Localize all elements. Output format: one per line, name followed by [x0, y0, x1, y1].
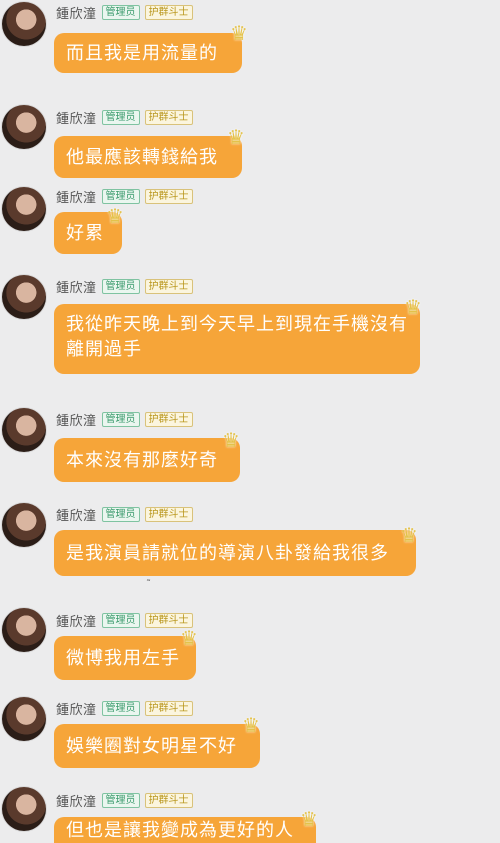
message-meta: 鍾欣潼 管理员 护群斗士 — [56, 108, 193, 127]
admin-badge: 管理员 — [101, 109, 140, 125]
user-avatar[interactable] — [2, 787, 46, 831]
message-bubble[interactable]: 微博我用左手 — [54, 636, 196, 680]
admin-badge: 管理员 — [101, 188, 140, 204]
sender-name[interactable]: 鍾欣潼 — [56, 410, 97, 429]
message-meta: 鍾欣潼 管理员 护群斗士 — [56, 277, 193, 296]
message-meta: 鍾欣潼 管理员 护群斗士 — [56, 611, 193, 630]
sender-name[interactable]: 鍾欣潼 — [56, 3, 97, 22]
message-meta: 鍾欣潼 管理员 护群斗士 — [56, 699, 193, 718]
guard-badge: 护群斗士 — [144, 792, 193, 808]
guard-badge: 护群斗士 — [144, 109, 193, 125]
user-avatar[interactable] — [2, 608, 46, 652]
message-meta: 鍾欣潼 管理员 护群斗士 — [56, 791, 193, 810]
guard-badge: 护群斗士 — [144, 506, 193, 522]
admin-badge: 管理员 — [101, 506, 140, 522]
user-avatar[interactable] — [2, 187, 46, 231]
guard-badge: 护群斗士 — [144, 411, 193, 427]
crown-icon: ♛ — [180, 626, 198, 650]
crown-icon: ♛ — [242, 713, 260, 737]
sender-name[interactable]: 鍾欣潼 — [56, 791, 97, 810]
message-bubble[interactable]: 他最應該轉錢給我 — [54, 136, 242, 178]
admin-badge: 管理员 — [101, 4, 140, 20]
guard-badge: 护群斗士 — [144, 4, 193, 20]
message-text: 娛樂圈對女明星不好 — [66, 735, 237, 757]
admin-badge: 管理员 — [101, 700, 140, 716]
sender-name[interactable]: 鍾欣潼 — [56, 277, 97, 296]
message-meta: 鍾欣潼 管理员 护群斗士 — [56, 187, 193, 206]
stray-mark: ˜ — [146, 579, 151, 590]
message-text: 他最應該轉錢給我 — [66, 146, 218, 168]
guard-badge: 护群斗士 — [144, 278, 193, 294]
crown-icon: ♛ — [400, 523, 418, 547]
message-meta: 鍾欣潼 管理员 护群斗士 — [56, 3, 193, 22]
message-text: 是我演員請就位的導演八卦發給我很多 — [66, 542, 389, 564]
crown-icon: ♛ — [230, 21, 248, 45]
crown-icon: ♛ — [300, 807, 318, 831]
message-bubble[interactable]: 而且我是用流量的 — [54, 33, 242, 73]
crown-icon: ♛ — [222, 428, 240, 452]
message-text: 微博我用左手 — [66, 647, 180, 669]
message-bubble[interactable]: 但也是讓我變成為更好的人 — [54, 817, 316, 843]
admin-badge: 管理员 — [101, 278, 140, 294]
user-avatar[interactable] — [2, 275, 46, 319]
admin-badge: 管理员 — [101, 411, 140, 427]
guard-badge: 护群斗士 — [144, 188, 193, 204]
message-text: 我從昨天晚上到今天早上到現在手機沒有離開過手 — [66, 314, 408, 360]
sender-name[interactable]: 鍾欣潼 — [56, 699, 97, 718]
user-avatar[interactable] — [2, 408, 46, 452]
user-avatar[interactable] — [2, 503, 46, 547]
message-meta: 鍾欣潼 管理员 护群斗士 — [56, 505, 193, 524]
admin-badge: 管理员 — [101, 792, 140, 808]
message-bubble[interactable]: 本來沒有那麼好奇 — [54, 438, 240, 482]
message-text: 本來沒有那麼好奇 — [66, 449, 218, 471]
message-bubble[interactable]: 我從昨天晚上到今天早上到現在手機沒有離開過手 — [54, 304, 420, 374]
message-text: 而且我是用流量的 — [66, 42, 218, 64]
message-text: 好累 — [66, 222, 104, 244]
message-text: 但也是讓我變成為更好的人 — [66, 820, 294, 841]
user-avatar[interactable] — [2, 2, 46, 46]
crown-icon: ♛ — [404, 295, 422, 319]
user-avatar[interactable] — [2, 697, 46, 741]
sender-name[interactable]: 鍾欣潼 — [56, 187, 97, 206]
guard-badge: 护群斗士 — [144, 700, 193, 716]
crown-icon: ♛ — [227, 125, 245, 149]
message-bubble[interactable]: 是我演員請就位的導演八卦發給我很多 — [54, 530, 416, 576]
sender-name[interactable]: 鍾欣潼 — [56, 505, 97, 524]
crown-icon: ♛ — [106, 204, 124, 228]
message-bubble[interactable]: 娛樂圈對女明星不好 — [54, 724, 260, 768]
user-avatar[interactable] — [2, 105, 46, 149]
sender-name[interactable]: 鍾欣潼 — [56, 108, 97, 127]
sender-name[interactable]: 鍾欣潼 — [56, 611, 97, 630]
admin-badge: 管理员 — [101, 612, 140, 628]
message-meta: 鍾欣潼 管理员 护群斗士 — [56, 410, 193, 429]
